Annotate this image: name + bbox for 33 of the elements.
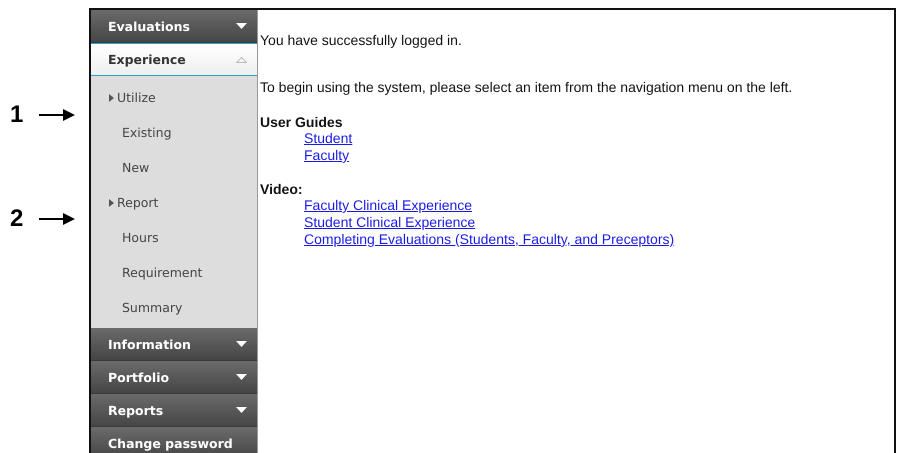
link[interactable]: Faculty	[304, 147, 350, 163]
link[interactable]: Faculty Clinical Experience	[304, 197, 472, 213]
caret-icon	[236, 56, 247, 62]
menu-header[interactable]: Information	[91, 328, 257, 361]
instruction-text: To begin using the system, please select an item from the navigation menu on the left.	[260, 79, 794, 95]
section-heading: User Guides	[260, 114, 344, 130]
caret-icon	[236, 341, 247, 347]
menu-header[interactable]: Evaluations	[91, 10, 257, 43]
menu-item[interactable]: Hours	[91, 220, 257, 255]
link[interactable]: Completing Evaluations (Students, Faculty, and Preceptors)	[304, 231, 674, 247]
status-message: You have successfully logged in.	[260, 32, 463, 48]
menu-item[interactable]: Report	[91, 185, 257, 220]
triangle-icon	[109, 94, 114, 102]
menu-header[interactable]: Reports	[91, 394, 257, 427]
callout-number: 1	[10, 101, 24, 129]
link[interactable]: Student Clinical Experience	[304, 214, 476, 230]
menu-item[interactable]: Existing	[91, 115, 257, 150]
menu-header[interactable]: Experience	[91, 43, 257, 76]
caret-icon	[236, 23, 247, 29]
menu-header[interactable]: Portfolio	[91, 361, 257, 394]
menu-header[interactable]: Change password	[91, 427, 257, 453]
menu-item[interactable]: Requirement	[91, 255, 257, 290]
menu-item[interactable]: Summary	[91, 290, 257, 325]
triangle-icon	[109, 198, 114, 206]
caret-icon	[236, 374, 247, 380]
arrow-icon	[39, 109, 76, 121]
link[interactable]: Student	[304, 130, 352, 146]
menu-item[interactable]: New	[91, 150, 257, 185]
callout-number: 2	[10, 205, 24, 233]
caret-icon	[236, 407, 247, 413]
section-heading: Video:	[260, 181, 304, 197]
arrow-icon	[39, 213, 76, 225]
menu-item[interactable]: Utilize	[91, 80, 257, 115]
